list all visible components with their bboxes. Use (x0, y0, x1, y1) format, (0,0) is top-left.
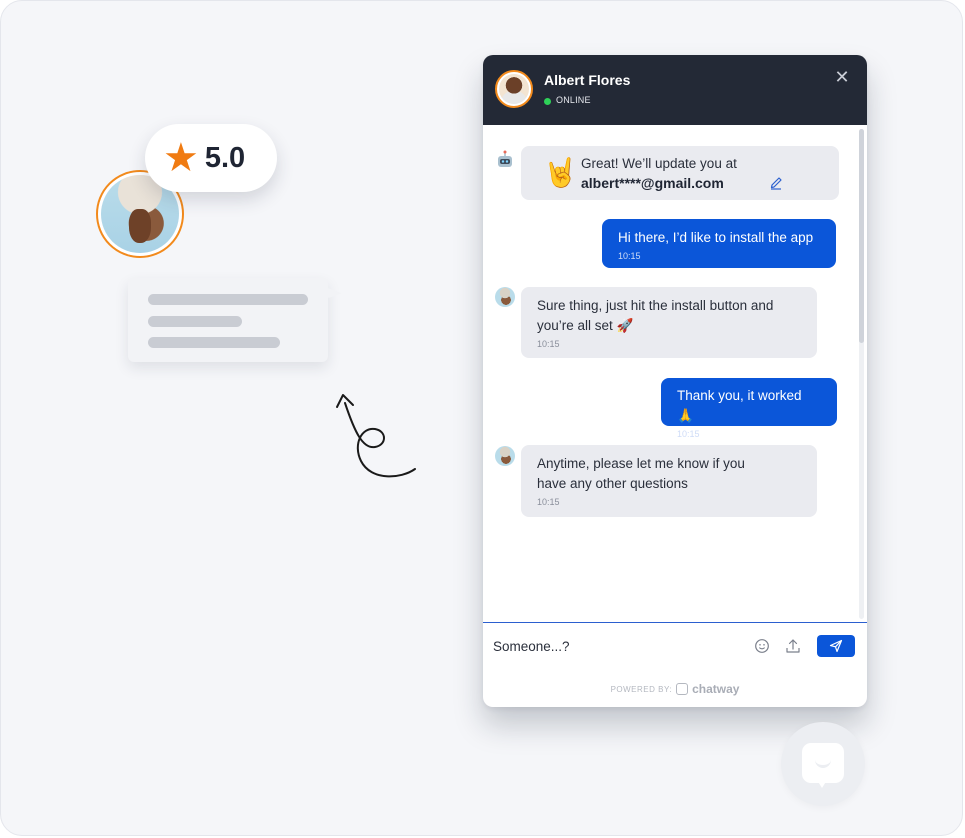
chat-launcher-button[interactable] (781, 722, 865, 806)
agent-status: ONLINE (556, 95, 591, 105)
message-text: Anytime, please let me know if you have … (537, 456, 745, 491)
outgoing-message: Thank you, it worked 🙏 10:15 (661, 378, 837, 439)
chatway-logo-icon (676, 683, 689, 695)
placeholder-line (148, 294, 308, 305)
chat-widget: Albert Flores ONLINE ✕ 🤘 Great! We’ll up… (483, 55, 867, 707)
close-icon[interactable]: ✕ (833, 69, 851, 87)
emoji-icon[interactable] (754, 638, 770, 654)
star-icon: ★ (163, 135, 199, 181)
message-composer (483, 622, 867, 669)
message-time: 10:15 (677, 429, 700, 439)
brand-name: chatway (692, 682, 740, 696)
canvas: ★ 5.0 Albert Flores ONLINE ✕ 🤘 Great! We… (0, 0, 963, 836)
powered-by-label: POWERED BY: (610, 684, 673, 694)
bot-icon (498, 150, 512, 167)
bot-confirmation-text: Great! We’ll update you at (581, 156, 737, 171)
message-input[interactable] (493, 631, 743, 661)
send-icon (829, 639, 843, 653)
edit-pencil-icon[interactable] (769, 174, 783, 190)
message-list[interactable]: 🤘 Great! We’ll update you at albert****@… (483, 125, 867, 622)
agent-mini-avatar (495, 446, 515, 466)
message-text: Thank you, it worked 🙏 (677, 388, 802, 423)
chat-bubble-icon (802, 743, 844, 783)
rock-hand-emoji: 🤘 (543, 157, 578, 188)
powered-by-footer: POWERED BY: chatway (483, 682, 867, 696)
outgoing-message: Hi there, I’d like to install the app 10… (602, 219, 836, 268)
placeholder-line (148, 316, 242, 327)
send-button[interactable] (817, 635, 855, 657)
agent-name: Albert Flores (544, 72, 631, 88)
agent-avatar (495, 70, 533, 108)
placeholder-line (148, 337, 280, 348)
online-status-dot-icon (544, 98, 551, 105)
arrow-doodle-icon (336, 394, 416, 478)
bot-confirmation-bubble: 🤘 Great! We’ll update you at albert****@… (521, 146, 839, 200)
scrollbar-thumb[interactable] (859, 129, 864, 343)
incoming-message: Anytime, please let me know if you have … (521, 445, 817, 517)
chat-header: Albert Flores ONLINE ✕ (483, 55, 867, 125)
bot-confirmation-email: albert****@gmail.com (581, 175, 724, 191)
incoming-message: Sure thing, just hit the install button … (521, 287, 817, 358)
rating-value: 5.0 (204, 141, 246, 174)
upload-icon[interactable] (785, 637, 801, 655)
agent-mini-avatar (495, 287, 515, 307)
message-text: Sure thing, just hit the install button … (537, 298, 774, 333)
message-time: 10:15 (618, 251, 641, 261)
message-text: Hi there, I’d like to install the app (618, 230, 814, 245)
message-time: 10:15 (537, 497, 560, 507)
placeholder-message-card (128, 278, 342, 362)
rating-badge: ★ 5.0 (145, 124, 277, 192)
scrollbar[interactable] (859, 129, 864, 619)
message-time: 10:15 (537, 339, 560, 349)
